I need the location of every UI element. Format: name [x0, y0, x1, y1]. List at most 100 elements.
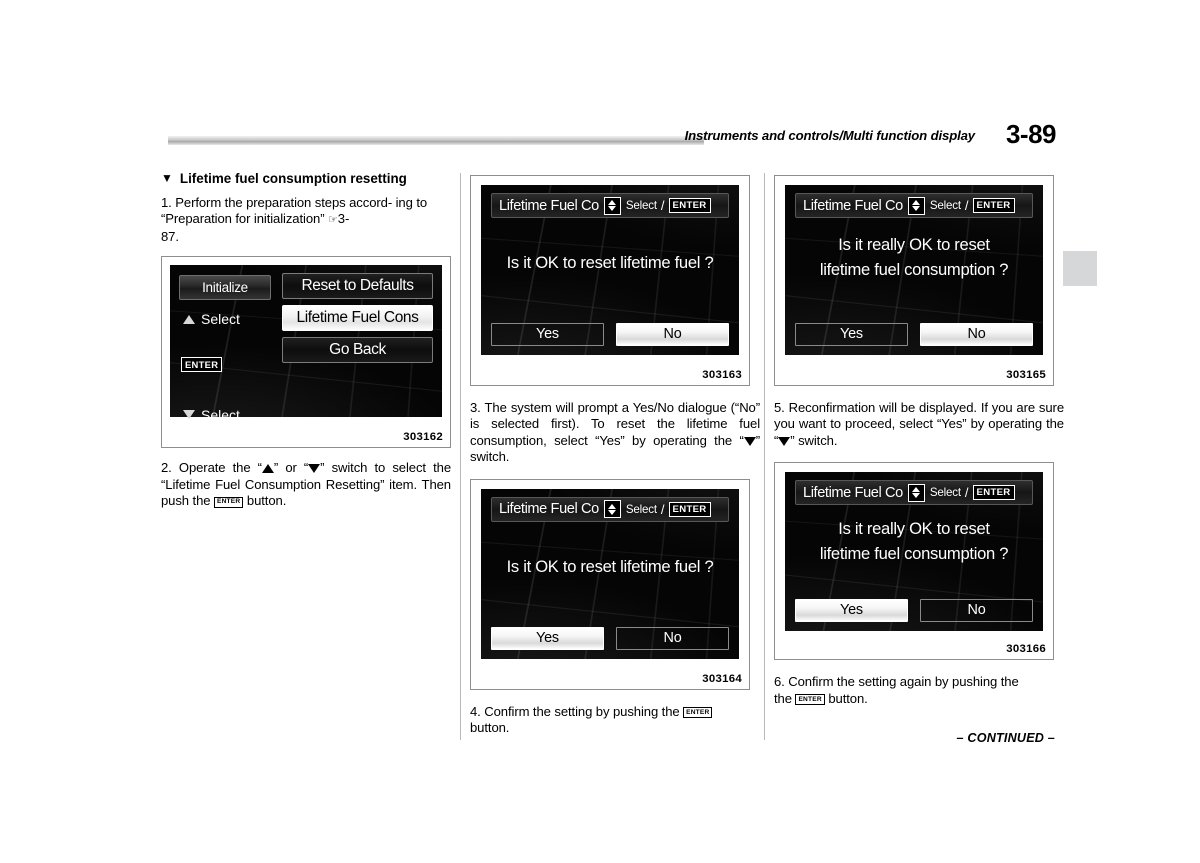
up-down-switch-icon [907, 196, 925, 215]
mfd-dialog-message: Is it really OK to reset lifetime fuel c… [795, 233, 1033, 283]
mfd-dialog-title: Lifetime Fuel Co [803, 484, 903, 501]
step-2-part-d: button. [246, 493, 287, 509]
mfd-dialog-message: Is it OK to reset lifetime fuel ? [491, 555, 729, 578]
mfd-select-up-label: Select [201, 311, 240, 328]
separator-slash: / [660, 501, 665, 517]
mfd-dialog-screen-303163: Lifetime Fuel Co Select / ENTER Is it OK… [481, 185, 739, 355]
page-header: Instruments and controls/Multi function … [168, 119, 1057, 154]
header-title: Instruments and controls/Multi function … [684, 128, 976, 143]
figure-caption: 303166 [1006, 643, 1046, 656]
separator-slash: / [964, 485, 969, 501]
mfd-dialog-message: Is it really OK to reset lifetime fuel c… [795, 517, 1033, 567]
enter-button-icon: ENTER [795, 694, 825, 706]
up-down-switch-icon [603, 196, 621, 215]
column-1: ▼ Lifetime fuel consumption resetting 1. … [161, 170, 451, 509]
mfd-message-line-2: lifetime fuel consumption ? [819, 544, 1009, 564]
mfd-panel-title: Initialize [179, 275, 271, 301]
mfd-dialog-buttons: Yes No [491, 323, 729, 346]
enter-button-icon: ENTER [683, 707, 713, 719]
triangle-up-icon [261, 464, 274, 474]
chapter-tab-marker [1063, 251, 1097, 286]
mfd-select-label: Select [625, 502, 657, 516]
mfd-dialog-titlebar: Lifetime Fuel Co Select / ENTER [795, 193, 1033, 218]
mfd-menu-list: Reset to Defaults Lifetime Fuel Cons Go … [282, 273, 433, 409]
mfd-dialog-title: Lifetime Fuel Co [803, 197, 903, 214]
menu-item-go-back[interactable]: Go Back [282, 337, 433, 364]
mfd-select-label: Select [929, 486, 961, 500]
up-down-switch-icon [603, 500, 621, 519]
step-6-text: 6. Confirm the setting again by pushing … [774, 674, 1064, 707]
figure-reconfirm-no: Lifetime Fuel Co Select / ENTER Is it re… [774, 175, 1054, 386]
step-1-line-a: 1. Perform the preparation steps accord- [161, 195, 393, 210]
up-down-switch-icon [907, 483, 925, 502]
mfd-dialog-title: Lifetime Fuel Co [499, 501, 599, 518]
mfd-enter-hint: ENTER [181, 357, 223, 373]
mfd-message-line-2: lifetime fuel consumption ? [819, 260, 1009, 279]
mfd-dialog-buttons: Yes No [491, 626, 729, 650]
mfd-select-label: Select [929, 199, 961, 212]
section-heading-label: Lifetime fuel consumption resetting [179, 171, 407, 186]
mfd-left-panel: Initialize Select ENTER Select [179, 273, 273, 423]
enter-button-icon: ENTER [972, 198, 1015, 213]
mfd-yes-button[interactable]: Yes [795, 323, 908, 346]
mfd-no-button[interactable]: No [616, 626, 729, 650]
mfd-no-button[interactable]: No [920, 599, 1033, 623]
step-2-part-a: 2. Operate the “ [161, 460, 262, 476]
step-6-part-b1: the [774, 690, 792, 706]
figure-caption: 303165 [1006, 369, 1046, 381]
mfd-dialog-screen-303165: Lifetime Fuel Co Select / ENTER Is it re… [785, 185, 1043, 355]
section-marker-triangle-icon: ▼ [161, 171, 173, 185]
mfd-message-line-1: Is it OK to reset lifetime fuel ? [506, 253, 714, 272]
header-rule [168, 136, 704, 145]
mfd-yes-button[interactable]: Yes [491, 323, 604, 346]
mfd-menu-screen: Initialize Select ENTER Select Reset to … [170, 265, 442, 423]
step-1-line-c: 87. [161, 228, 179, 244]
mfd-no-button[interactable]: No [920, 323, 1033, 346]
mfd-select-label: Select [625, 199, 657, 212]
section-heading: ▼ Lifetime fuel consumption resetting [161, 170, 451, 187]
step-1-text: 1. Perform the preparation steps accord-… [161, 195, 451, 245]
mfd-dialog-titlebar: Lifetime Fuel Co Select / ENTER [795, 480, 1033, 506]
mfd-message-line-1: Is it OK to reset lifetime fuel ? [506, 556, 714, 576]
manual-page: Instruments and controls/Multi function … [0, 0, 1200, 863]
figure-caption: 303163 [702, 369, 742, 381]
mfd-message-line-1: Is it really OK to reset [838, 519, 990, 539]
triangle-down-icon [743, 436, 756, 446]
column-divider-2 [764, 173, 765, 740]
separator-slash: / [964, 198, 969, 213]
step-2-text: 2. Operate the “” or “” switch to select… [161, 460, 451, 509]
mfd-dialog-titlebar: Lifetime Fuel Co Select / ENTER [491, 193, 729, 218]
menu-item-lifetime-fuel-cons[interactable]: Lifetime Fuel Cons [282, 305, 433, 332]
column-divider-1 [460, 173, 461, 740]
mfd-select-down-hint: Select [181, 405, 273, 425]
mfd-yes-button[interactable]: Yes [795, 599, 908, 623]
figure-reconfirm-yes: Lifetime Fuel Co Select / ENTER Is it re… [774, 462, 1054, 661]
menu-item-reset-to-defaults[interactable]: Reset to Defaults [282, 273, 433, 300]
mfd-no-button[interactable]: No [616, 323, 729, 346]
step-3-text: 3. The system will prompt a Yes/No dialo… [470, 400, 760, 466]
figure-menu-screen: Initialize Select ENTER Select Reset to … [161, 256, 451, 449]
separator-slash: / [660, 198, 665, 213]
step-1-ref: 3- [337, 211, 350, 227]
continued-label: – CONTINUED – [956, 731, 1055, 745]
triangle-down-icon [308, 464, 321, 474]
triangle-down-icon [778, 436, 791, 446]
mfd-dialog-title: Lifetime Fuel Co [499, 197, 599, 214]
triangle-down-icon [183, 410, 195, 420]
mfd-dialog-screen-303164: Lifetime Fuel Co Select / ENTER Is it OK… [481, 488, 739, 659]
step-5-part-b: ” switch. [790, 432, 838, 448]
step-4-part-a: 4. Confirm the setting by pushing the [470, 703, 680, 719]
mfd-yes-button[interactable]: Yes [491, 626, 604, 650]
mfd-dialog-message: Is it OK to reset lifetime fuel ? [491, 251, 729, 274]
mfd-select-down-label: Select [201, 407, 240, 424]
column-2: Lifetime Fuel Co Select / ENTER Is it OK… [470, 175, 760, 736]
step-5-text: 5. Reconfirmation will be displayed. If … [774, 400, 1064, 449]
page-number: 3-89 [1005, 119, 1057, 149]
figure-confirm-yes: Lifetime Fuel Co Select / ENTER Is it OK… [470, 478, 750, 690]
figure-caption: 303162 [403, 431, 443, 444]
step-2-part-b: ” or “ [273, 460, 309, 476]
figure-caption: 303164 [702, 672, 742, 685]
step-3-part-a: 3. The system will prompt a Yes/No dialo… [470, 400, 760, 448]
step-6-part-a: 6. Confirm the setting again by pushing … [774, 674, 1019, 690]
mfd-dialog-buttons: Yes No [795, 323, 1033, 346]
